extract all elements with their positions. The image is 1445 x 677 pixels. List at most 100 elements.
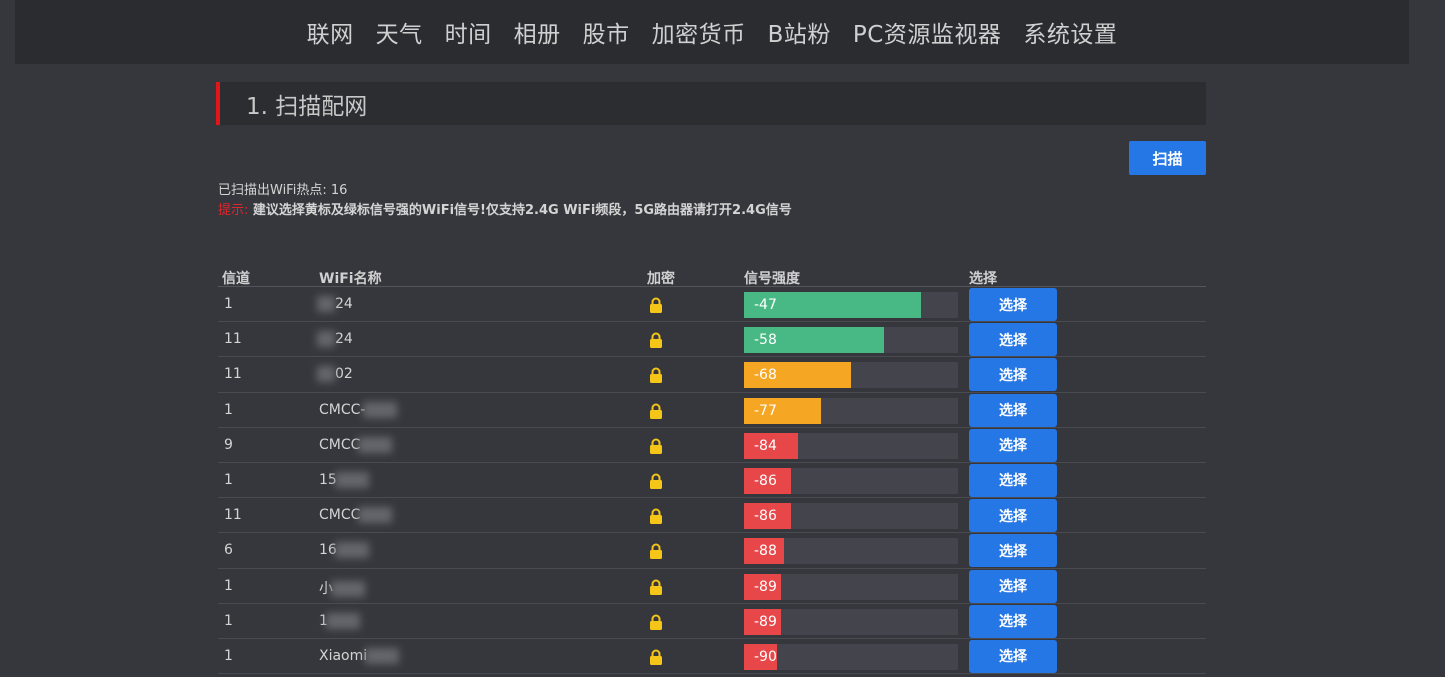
signal-bar: -86 xyxy=(744,503,958,530)
signal-value: -84 xyxy=(754,437,777,454)
signal-value: -88 xyxy=(754,543,777,560)
wifi-name-text: CMCC xyxy=(319,507,361,524)
nav-item-1[interactable]: 天气 xyxy=(376,15,423,49)
redaction-mask xyxy=(317,366,335,383)
select-button[interactable]: 选择 xyxy=(969,323,1057,357)
signal-value: -58 xyxy=(754,332,777,349)
wifi-name-text: CMCC- xyxy=(319,401,366,418)
signal-bar: -88 xyxy=(744,538,958,565)
select-button[interactable]: 选择 xyxy=(969,604,1057,638)
wifi-name-cell: Xiaomi xyxy=(319,647,400,664)
hint-text: 提示: 建议选择黄标及绿标信号强的WiFi信号!仅支持2.4G WiFi频段，5… xyxy=(218,199,792,218)
channel-cell: 11 xyxy=(224,507,242,524)
table-row: 11 02 -68 选择 xyxy=(218,357,1206,393)
select-button[interactable]: 选择 xyxy=(969,358,1057,392)
lock-icon xyxy=(649,332,663,349)
wifi-name-cell: CMCC- xyxy=(319,401,398,418)
signal-bar: -47 xyxy=(744,292,958,318)
signal-bar: -89 xyxy=(744,608,958,635)
redaction-mask xyxy=(334,542,369,559)
wifi-name-text: 02 xyxy=(335,366,353,383)
nav-item-2[interactable]: 时间 xyxy=(445,15,492,49)
wifi-name-cell: 小 xyxy=(319,578,365,598)
table-row: 1 1 -89 选择 xyxy=(218,604,1206,639)
table-row: 1 CMCC- -77 选择 xyxy=(218,393,1206,428)
nav-item-6[interactable]: B站粉 xyxy=(768,15,831,49)
redaction-mask xyxy=(334,471,369,488)
signal-value: -86 xyxy=(754,508,777,525)
wifi-name-cell: CMCC xyxy=(319,436,393,453)
header-encryption: 加密 xyxy=(647,271,675,287)
redaction-mask xyxy=(317,331,335,348)
channel-cell: 1 xyxy=(224,577,233,594)
header-channel: 信道 xyxy=(222,271,250,287)
channel-cell: 1 xyxy=(224,296,233,312)
wifi-name-text: Xiaomi xyxy=(319,647,368,664)
signal-bar: -68 xyxy=(744,362,958,389)
wifi-name-cell: 02 xyxy=(317,366,353,383)
lock-icon xyxy=(649,438,663,454)
channel-cell: 11 xyxy=(224,331,242,348)
channel-cell: 9 xyxy=(224,436,233,453)
select-button[interactable]: 选择 xyxy=(969,428,1057,462)
nav-item-4[interactable]: 股市 xyxy=(583,15,630,49)
signal-value: -90 xyxy=(754,648,777,665)
signal-value: -89 xyxy=(754,578,777,595)
table-header: 信道 WiFi名称 加密 信号强度 选择 xyxy=(218,268,1206,287)
signal-bar: -77 xyxy=(744,397,958,424)
nav-item-3[interactable]: 相册 xyxy=(514,15,561,49)
select-button[interactable]: 选择 xyxy=(969,499,1057,533)
select-button[interactable]: 选择 xyxy=(969,569,1057,603)
wifi-name-cell: 24 xyxy=(317,331,353,348)
redaction-mask xyxy=(365,647,400,664)
redaction-mask xyxy=(358,507,393,524)
lock-icon xyxy=(649,649,663,665)
header-wifi-name: WiFi名称 xyxy=(319,271,382,287)
table-row: 9 CMCC -84 选择 xyxy=(218,428,1206,463)
redaction-mask xyxy=(363,401,398,418)
table-row: 6 16 -88 选择 xyxy=(218,533,1206,569)
wifi-name-cell: 24 xyxy=(317,296,353,312)
signal-value: -89 xyxy=(754,613,777,630)
signal-value: -68 xyxy=(754,367,777,384)
header-select: 选择 xyxy=(969,271,997,287)
wifi-name-text: 24 xyxy=(335,331,353,348)
table-row: 1 Xiaomi -90 选择 xyxy=(218,639,1206,675)
lock-icon xyxy=(649,579,663,595)
nav-item-0[interactable]: 联网 xyxy=(307,15,354,49)
lock-icon xyxy=(649,473,663,489)
signal-bar: -84 xyxy=(744,432,958,459)
select-button[interactable]: 选择 xyxy=(969,393,1057,427)
signal-bar: -86 xyxy=(744,467,958,494)
select-button[interactable]: 选择 xyxy=(969,288,1057,321)
nav-item-7[interactable]: PC资源监视器 xyxy=(853,15,1001,49)
section-title: 1. 扫描配网 xyxy=(246,93,368,120)
select-button[interactable]: 选择 xyxy=(969,463,1057,497)
redaction-mask xyxy=(331,580,365,597)
table-row: 11 CMCC -86 选择 xyxy=(218,498,1206,534)
nav-item-8[interactable]: 系统设置 xyxy=(1023,15,1117,49)
top-navigation: 联网 天气 时间 相册 股市 加密货币 B站粉 PC资源监视器 系统设置 xyxy=(15,0,1409,64)
signal-value: -77 xyxy=(754,402,777,419)
wifi-name-text: 24 xyxy=(335,296,353,312)
wifi-table-body: 1 24 -47 选择 11 24 -58 选择 11 02 -68 选择 1 CMCC- -77 选择 9 CM… xyxy=(218,287,1206,675)
table-row: 11 24 -58 选择 xyxy=(218,322,1206,358)
channel-cell: 1 xyxy=(224,401,233,418)
channel-cell: 1 xyxy=(224,647,233,664)
lock-icon xyxy=(649,297,663,313)
lock-icon xyxy=(649,367,663,384)
lock-icon xyxy=(649,403,663,419)
redaction-mask xyxy=(358,436,393,453)
header-signal: 信号强度 xyxy=(744,271,800,287)
scan-button[interactable]: 扫描 xyxy=(1129,141,1206,175)
scan-count: 已扫描出WiFi热点: 16 xyxy=(218,183,348,198)
nav-item-5[interactable]: 加密货币 xyxy=(652,15,746,49)
signal-bar: -58 xyxy=(744,327,958,354)
wifi-name-text: CMCC xyxy=(319,436,361,453)
redaction-mask xyxy=(325,612,360,629)
channel-cell: 6 xyxy=(224,542,233,559)
lock-icon xyxy=(649,508,663,525)
lock-icon xyxy=(649,614,663,630)
select-button[interactable]: 选择 xyxy=(969,639,1057,673)
select-button[interactable]: 选择 xyxy=(969,534,1057,568)
